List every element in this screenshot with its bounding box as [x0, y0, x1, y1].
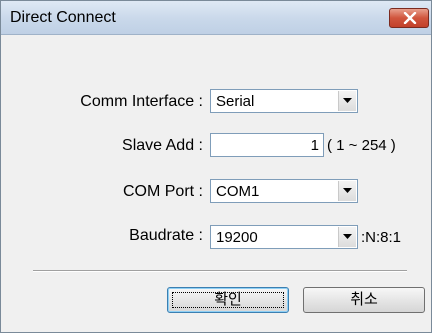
- ok-button[interactable]: 확인: [167, 287, 289, 313]
- baudrate-label: Baudrate :: [129, 227, 203, 244]
- slave-add-value: 1: [310, 137, 319, 154]
- cancel-button-label: 취소: [350, 291, 378, 308]
- com-port-value: COM1: [216, 183, 260, 200]
- title-bar[interactable]: Direct Connect: [1, 1, 431, 35]
- window-title: Direct Connect: [10, 9, 116, 26]
- focus-rectangle: [172, 292, 284, 308]
- baudrate-select[interactable]: 19200: [210, 225, 358, 249]
- slave-add-range: ( 1 ~ 254 ): [327, 137, 396, 154]
- com-port-label: COM Port :: [122, 183, 203, 200]
- comm-interface-value: Serial: [216, 93, 255, 110]
- baudrate-suffix: :N:8:1: [361, 229, 402, 246]
- slave-add-input[interactable]: 1: [210, 133, 324, 157]
- close-button[interactable]: [389, 8, 429, 28]
- comm-interface-select[interactable]: Serial: [210, 89, 358, 113]
- close-icon: [403, 12, 417, 24]
- chevron-down-icon: [343, 98, 352, 103]
- comm-interface-dropdown-button[interactable]: [338, 91, 356, 111]
- comm-interface-label: Comm Interface :: [80, 93, 203, 110]
- dialog-body: Comm Interface : Serial Slave Add : 1 ( …: [7, 35, 425, 326]
- com-port-select[interactable]: COM1: [210, 179, 358, 203]
- com-port-dropdown-button[interactable]: [338, 181, 356, 201]
- chevron-down-icon: [343, 188, 352, 193]
- direct-connect-dialog: Direct Connect Comm Interface : Serial S…: [0, 0, 432, 333]
- baudrate-dropdown-button[interactable]: [338, 227, 356, 247]
- slave-add-label: Slave Add :: [122, 137, 203, 154]
- cancel-button[interactable]: 취소: [303, 287, 425, 313]
- baudrate-value: 19200: [216, 229, 258, 246]
- separator: [33, 270, 407, 272]
- chevron-down-icon: [343, 234, 352, 239]
